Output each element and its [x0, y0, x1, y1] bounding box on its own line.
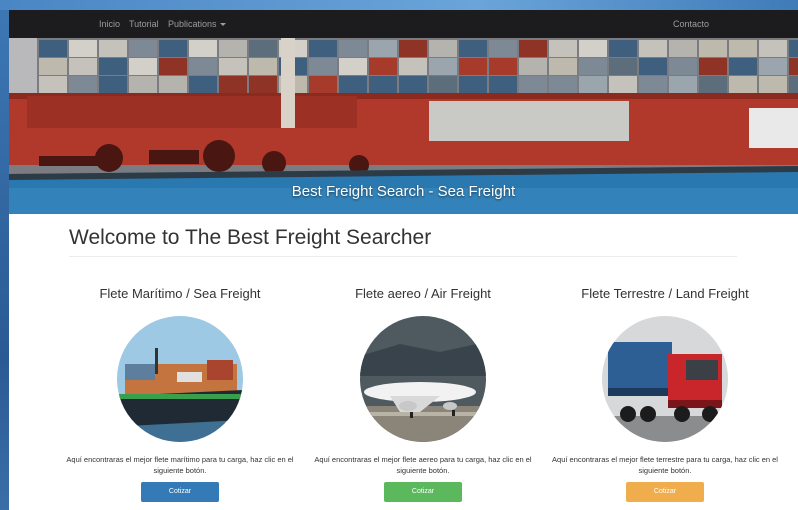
truck-image	[602, 316, 728, 442]
feature-title: Flete Terrestre / Land Freight	[581, 286, 749, 301]
page-title: Welcome to The Best Freight Searcher	[69, 226, 432, 249]
airplane-image	[360, 316, 486, 442]
feature-description: Aquí encontraras el mejor flete marítimo…	[66, 455, 294, 475]
feature-sea-freight: Flete Marítimo / Sea Freight Aquí encont…	[60, 286, 300, 502]
title-divider	[69, 256, 737, 257]
hero-carousel: Best Freight Search - Sea Freight	[9, 38, 798, 214]
desktop-top-edge	[0, 0, 798, 10]
feature-description: Aquí encontraras el mejor flete aereo pa…	[314, 455, 532, 475]
feature-air-freight: Flete aereo / Air Freight Aquí encontrar…	[303, 286, 543, 502]
container-ship-image	[117, 316, 243, 442]
nav-link-inicio[interactable]: Inicio	[99, 10, 120, 38]
cotizar-sea-button[interactable]: Cotizar	[141, 482, 219, 502]
nav-link-tutorial[interactable]: Tutorial	[129, 10, 159, 38]
feature-land-freight: Flete Terrestre / Land Freight Aquí enco…	[545, 286, 785, 502]
feature-description: Aquí encontraras el mejor flete terrestr…	[552, 455, 778, 475]
feature-title: Flete Marítimo / Sea Freight	[99, 286, 261, 301]
nav-dropdown-label: Publications	[168, 19, 217, 29]
cotizar-land-button[interactable]: Cotizar	[626, 482, 704, 502]
nav-dropdown-publications[interactable]: Publications	[168, 10, 226, 38]
feature-title: Flete aereo / Air Freight	[355, 286, 491, 301]
navbar: Inicio Tutorial Publications Contacto	[9, 10, 798, 38]
hero-caption: Best Freight Search - Sea Freight	[291, 183, 516, 200]
browser-page: Inicio Tutorial Publications Contacto Be…	[9, 10, 798, 510]
cotizar-air-button[interactable]: Cotizar	[384, 482, 462, 502]
nav-link-contacto[interactable]: Contacto	[673, 10, 709, 38]
chevron-down-icon	[219, 23, 226, 27]
